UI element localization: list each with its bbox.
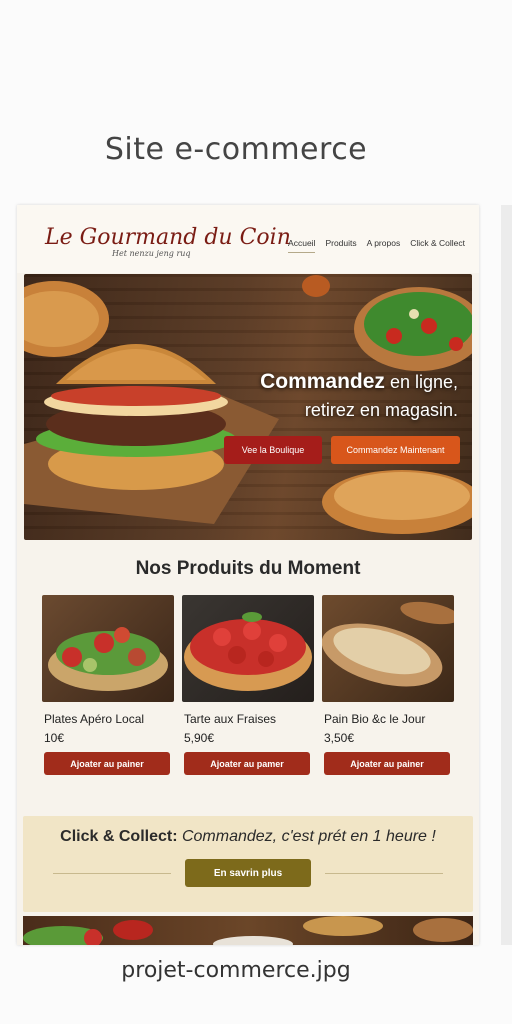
product-card: Tarte aux Fraises 5,90€ Ajoater au pamer [182,595,314,775]
divider-right [325,873,443,874]
hero-title-rest: en ligne, [384,372,458,392]
nav-item-click-collect[interactable]: Click & Collect [410,238,465,253]
see-shop-button[interactable]: Vee la Boulique [224,436,322,464]
hero-title-line2: retirez en magasin. [304,400,458,420]
add-to-cart-button[interactable]: Ajoater au pamer [184,752,310,775]
footer-image-strip [23,916,473,945]
hero-banner: Commandez en ligne, retirez en magasin. … [24,274,472,540]
product-image-plates [48,627,168,691]
click-collect-banner: Click & Collect: Commandez, c'est prét e… [23,816,473,912]
website-mockup: Le Gourmand du Coin Het nenzu jeng ruq A… [17,205,479,945]
nav-item-a-propos[interactable]: A propos [367,238,401,253]
click-collect-bold: Click & Collect: [60,828,178,845]
image-caption: projet-commerce.jpg [121,958,351,983]
main-nav: Accueil Produits A propos Click & Collec… [288,238,465,253]
product-card: Pain Bio &c le Jour 3,50€ Ajoater au pai… [322,595,454,775]
click-collect-italic: Commandez, c'est prét en 1 heure ! [177,828,436,845]
product-name: Tarte aux Fraises [184,712,277,726]
site-tagline: Het nenzu jeng ruq [112,249,191,258]
site-logo[interactable]: Le Gourmand du Coin [45,225,291,250]
order-now-button[interactable]: Commandez Maintenant [331,436,460,464]
hero-headline: Commandez en ligne, retirez en magasin. [260,368,458,424]
learn-more-button[interactable]: En savrin plus [185,859,311,887]
product-name: Plates Apéro Local [44,712,145,726]
product-card: Plates Apéro Local 10€ Ajoater au painer [42,595,174,775]
add-to-cart-button[interactable]: Ajoater au painer [324,752,450,775]
add-to-cart-button[interactable]: Ajoater au painer [44,752,170,775]
product-image[interactable] [42,595,174,702]
product-image[interactable] [182,595,314,702]
product-price: 3,50€ [324,731,355,745]
product-image[interactable] [322,595,454,702]
product-image-tarte [184,612,312,691]
product-image-pain [322,601,454,687]
page-title: Site e-commerce [104,132,368,167]
click-collect-text: Click & Collect: Commandez, c'est prét e… [23,828,473,846]
next-slide-edge [501,205,512,945]
products-section-title: Nos Produits du Moment [135,558,361,579]
product-price: 10€ [44,731,65,745]
footer-food-image [23,916,473,945]
hero-title-bold: Commandez [260,370,385,393]
nav-item-produits[interactable]: Produits [325,238,356,253]
site-header: Le Gourmand du Coin Het nenzu jeng ruq A… [17,205,479,273]
nav-item-accueil[interactable]: Accueil [288,238,316,253]
divider-left [53,873,171,874]
product-name: Pain Bio &c le Jour [324,712,426,726]
product-price: 5,90€ [184,731,215,745]
